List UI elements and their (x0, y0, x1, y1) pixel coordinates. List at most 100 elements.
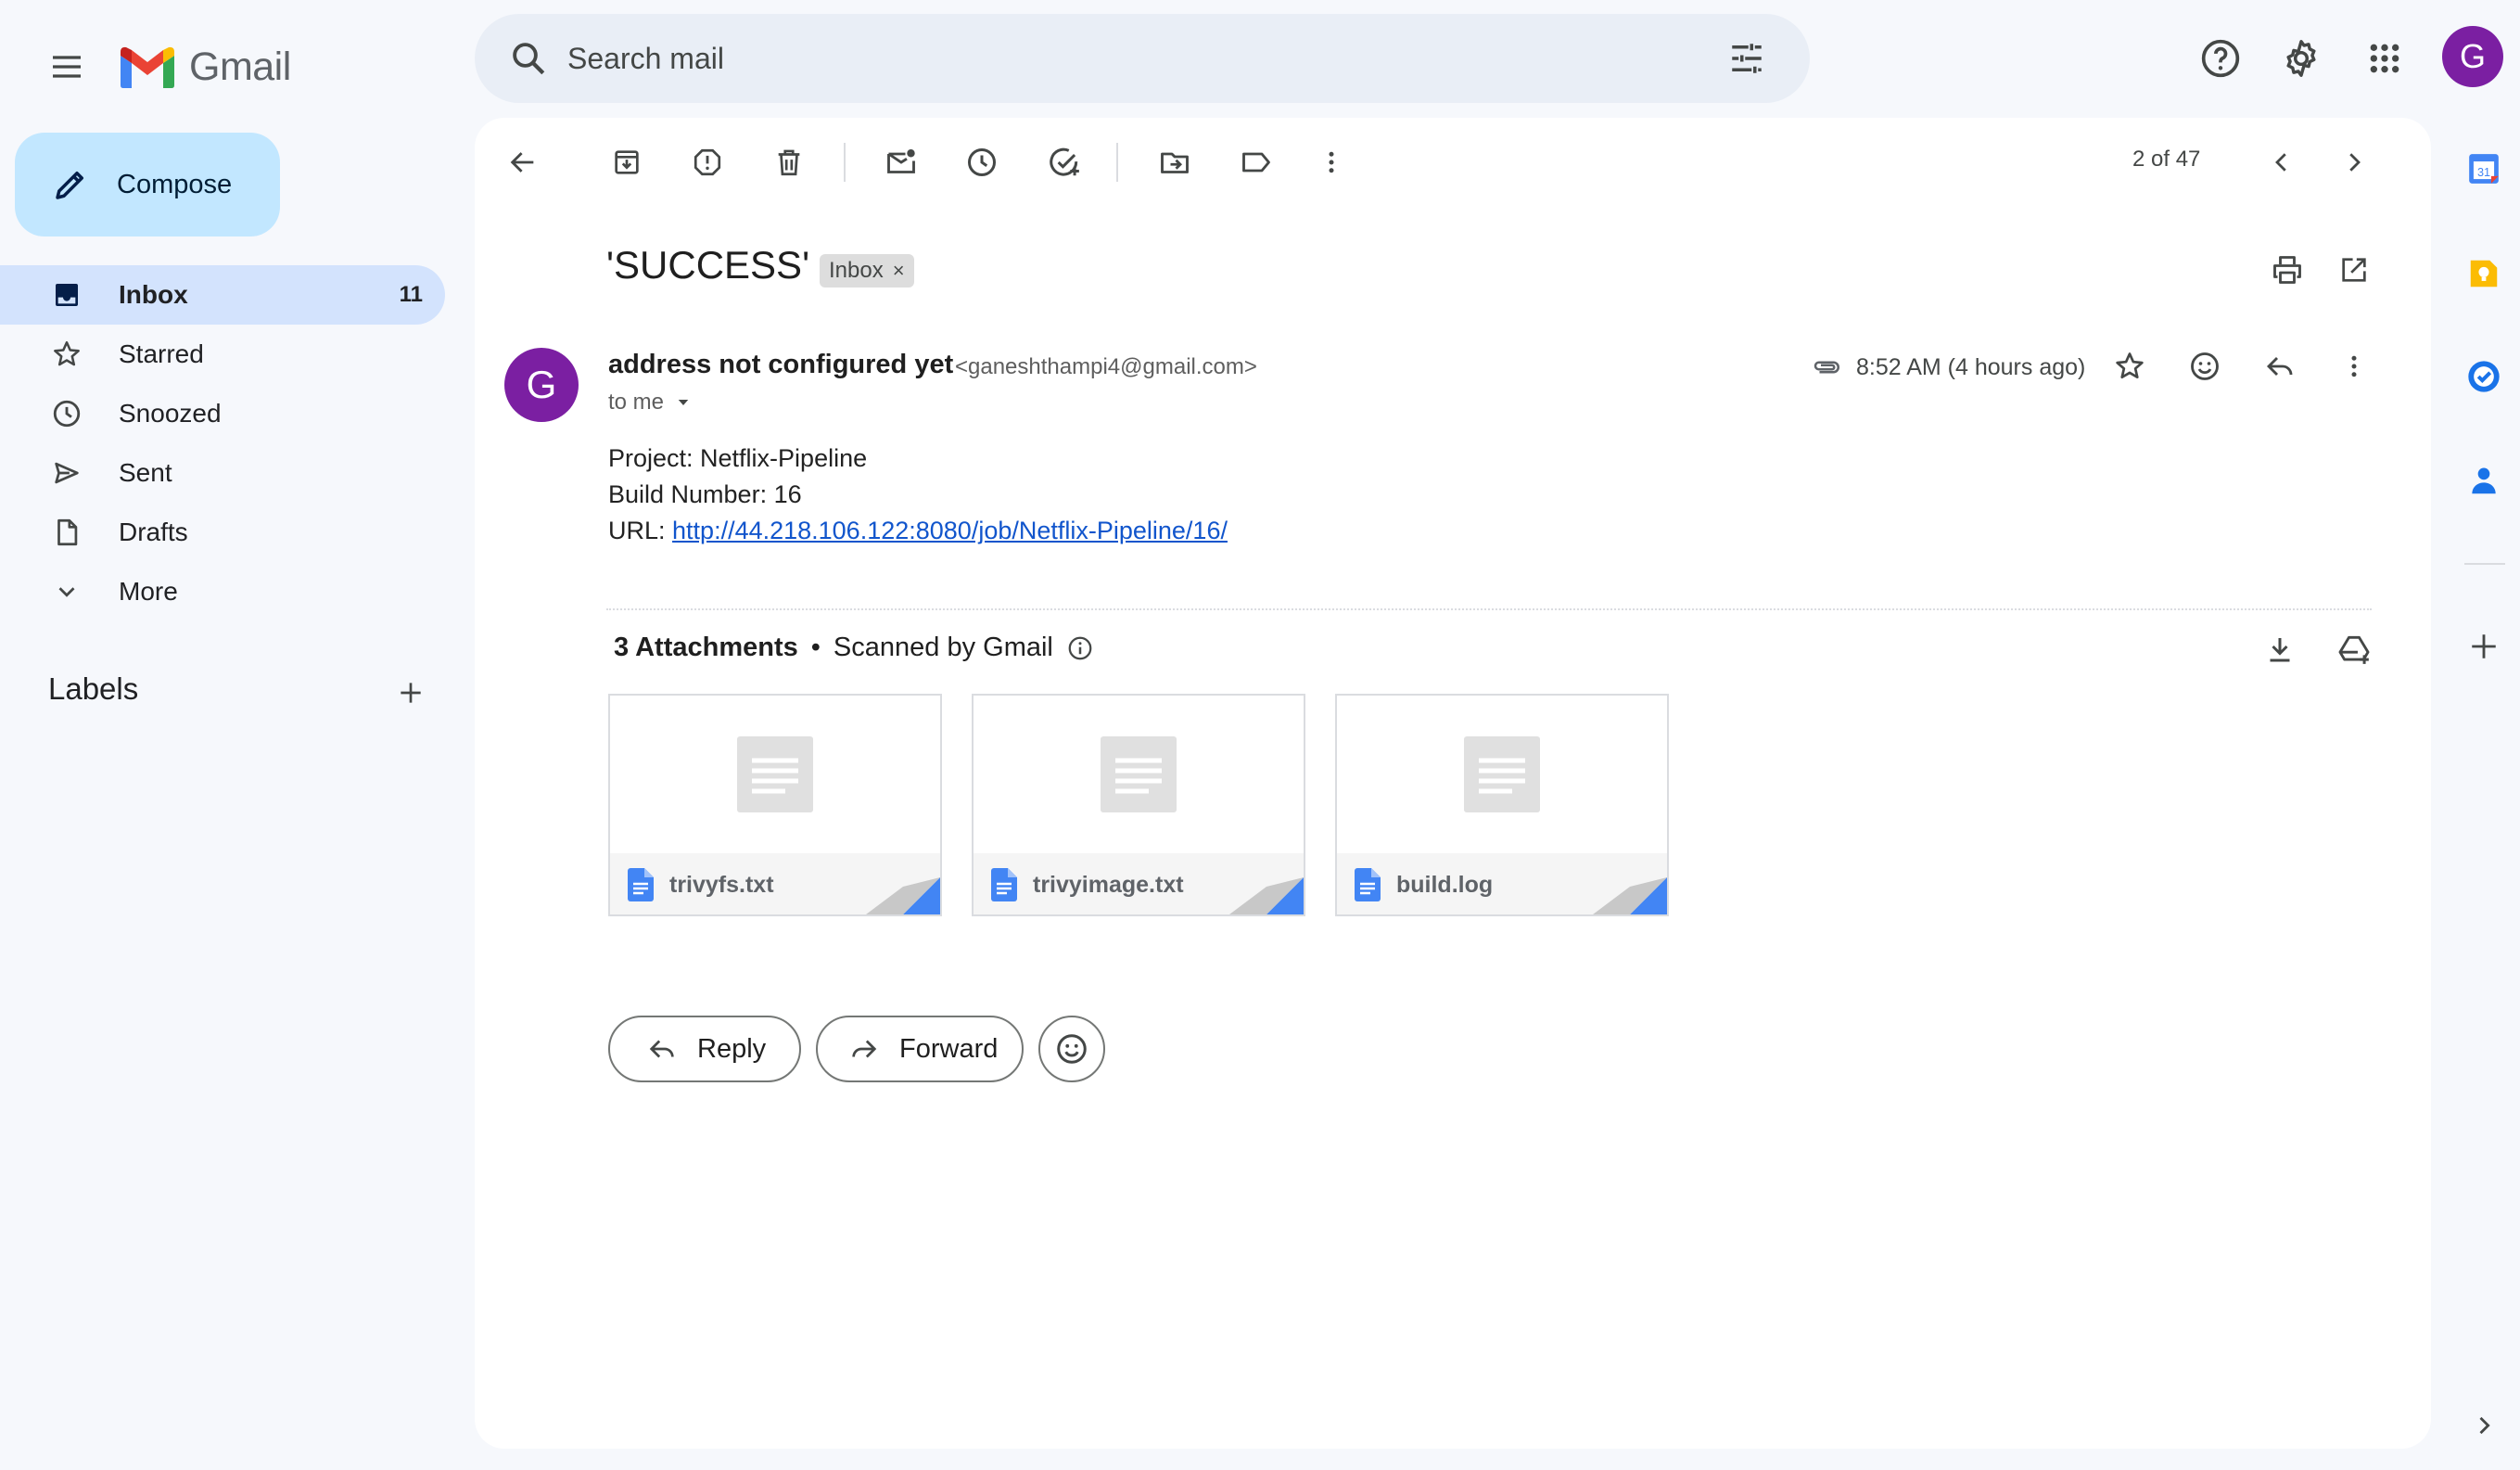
get-addons-button[interactable] (2461, 623, 2507, 670)
attachment-filename: trivyfs.txt (669, 871, 774, 898)
message-meta: 8:52 AM (4 hours ago) (1810, 351, 2085, 384)
sidebar-item-drafts[interactable]: Drafts (0, 503, 445, 562)
info-icon[interactable] (1066, 634, 1094, 662)
recipient-details-toggle[interactable]: to me (608, 390, 692, 415)
clock-icon (968, 148, 996, 176)
forward-label: Forward (899, 1033, 999, 1064)
trash-icon (778, 149, 800, 176)
attachment-card[interactable]: build.log (1335, 694, 1669, 916)
help-button[interactable] (2188, 26, 2253, 91)
sender-avatar[interactable]: G (504, 348, 579, 422)
labels-button[interactable] (1226, 132, 1287, 193)
snooze-button[interactable] (951, 132, 1012, 193)
mark-unread-button[interactable] (871, 132, 932, 193)
mark-unread-icon (887, 149, 915, 173)
gmail-logo[interactable]: Gmail (119, 33, 291, 100)
caret-down-icon (678, 400, 689, 405)
chip-remove-icon[interactable]: × (893, 259, 905, 283)
plus-icon (401, 683, 421, 703)
search-icon[interactable] (499, 29, 558, 88)
scanned-text: Scanned by Gmail (833, 633, 1053, 662)
reply-icon (643, 1030, 681, 1067)
inbox-label-chip[interactable]: Inbox × (820, 254, 914, 288)
download-icon (2270, 638, 2290, 662)
tasks-app-button[interactable] (2461, 353, 2507, 400)
move-to-button[interactable] (1144, 132, 1205, 193)
compose-label: Compose (117, 169, 233, 199)
older-button[interactable] (2323, 132, 2385, 193)
keep-app-button[interactable] (2461, 250, 2507, 297)
attachment-icon (1814, 361, 1839, 374)
save-to-drive-button[interactable] (2323, 619, 2385, 680)
sidebar-item-label: Sent (119, 458, 172, 487)
document-thumbnail-icon (1464, 736, 1540, 812)
forward-button[interactable]: Forward (816, 1016, 1024, 1082)
more-options-button[interactable] (1301, 132, 1362, 193)
contacts-app-button[interactable] (2461, 457, 2507, 504)
reply-button[interactable]: Reply (608, 1016, 801, 1082)
chevron-left-icon (2275, 153, 2286, 172)
body-line-build: Build Number: 16 (608, 480, 802, 508)
google-docs-file-icon (625, 866, 656, 903)
apps-button[interactable] (2352, 26, 2417, 91)
sidebar-item-more[interactable]: More (0, 562, 445, 621)
report-spam-button[interactable] (677, 132, 738, 193)
google-docs-file-icon (988, 866, 1020, 903)
newer-button[interactable] (2251, 132, 2312, 193)
email-subject: 'SUCCESS' (606, 243, 810, 287)
settings-button[interactable] (2269, 26, 2334, 91)
add-reaction-button[interactable] (2174, 336, 2235, 397)
page-curl-icon (1593, 877, 1667, 914)
delete-button[interactable] (758, 132, 820, 193)
sidebar-item-sent[interactable]: Sent (0, 443, 445, 503)
printer-icon (2273, 256, 2301, 284)
search-input[interactable] (567, 41, 1717, 76)
star-button[interactable] (2099, 336, 2160, 397)
app-name: Gmail (189, 44, 291, 89)
emoji-icon (1057, 1034, 1087, 1064)
add-task-button[interactable] (1034, 132, 1095, 193)
pencil-icon (48, 162, 93, 207)
show-side-panel-button[interactable] (2461, 1402, 2507, 1449)
labels-heading: Labels (48, 671, 139, 706)
sidebar-item-label: Snoozed (119, 399, 222, 428)
attachment-card[interactable]: trivyfs.txt (608, 694, 942, 916)
message-more-button[interactable] (2323, 336, 2385, 397)
print-all-button[interactable] (2257, 239, 2318, 300)
search-bar[interactable] (475, 14, 1810, 103)
main-menu-button[interactable] (33, 33, 100, 100)
help-icon (2201, 39, 2240, 78)
archive-icon (615, 150, 639, 174)
open-new-window-button[interactable] (2323, 239, 2385, 300)
reply-icon-button[interactable] (2249, 336, 2310, 397)
reply-icon (2266, 356, 2293, 377)
archive-button[interactable] (596, 132, 657, 193)
attachment-card[interactable]: trivyimage.txt (972, 694, 1305, 916)
search-options-icon[interactable] (1717, 29, 1776, 88)
sidebar-item-snoozed[interactable]: Snoozed (0, 384, 445, 443)
message-body: Project: Netflix-Pipeline Build Number: … (608, 441, 1228, 549)
sender-name[interactable]: address not configured yet (608, 350, 953, 380)
add-label-button[interactable] (389, 671, 432, 714)
emoji-icon (2191, 352, 2219, 380)
calendar-icon: 31 (2469, 154, 2499, 184)
react-button[interactable] (1038, 1016, 1105, 1082)
build-url-link[interactable]: http://44.218.106.122:8080/job/Netflix-P… (672, 517, 1228, 544)
unread-count: 11 (399, 282, 423, 307)
calendar-app-button[interactable]: 31 (2461, 146, 2507, 192)
separator-dot: • (810, 633, 821, 662)
body-line-project: Project: Netflix-Pipeline (608, 444, 868, 472)
back-button[interactable] (492, 132, 554, 193)
sidebar-item-starred[interactable]: Starred (0, 325, 445, 384)
compose-button[interactable]: Compose (15, 133, 280, 236)
attachments-count: 3 Attachments (614, 633, 798, 662)
download-all-button[interactable] (2249, 619, 2310, 680)
google-docs-file-icon (1352, 866, 1383, 903)
more-vert-icon (2351, 355, 2357, 377)
sidebar-item-inbox[interactable]: Inbox 11 (0, 265, 445, 325)
chevron-right-icon (2349, 153, 2361, 172)
account-avatar[interactable]: G (2442, 26, 2503, 87)
add-task-icon (1050, 147, 1079, 176)
pagination-text: 2 of 47 (2132, 147, 2201, 172)
calendar-day: 31 (2477, 166, 2490, 179)
